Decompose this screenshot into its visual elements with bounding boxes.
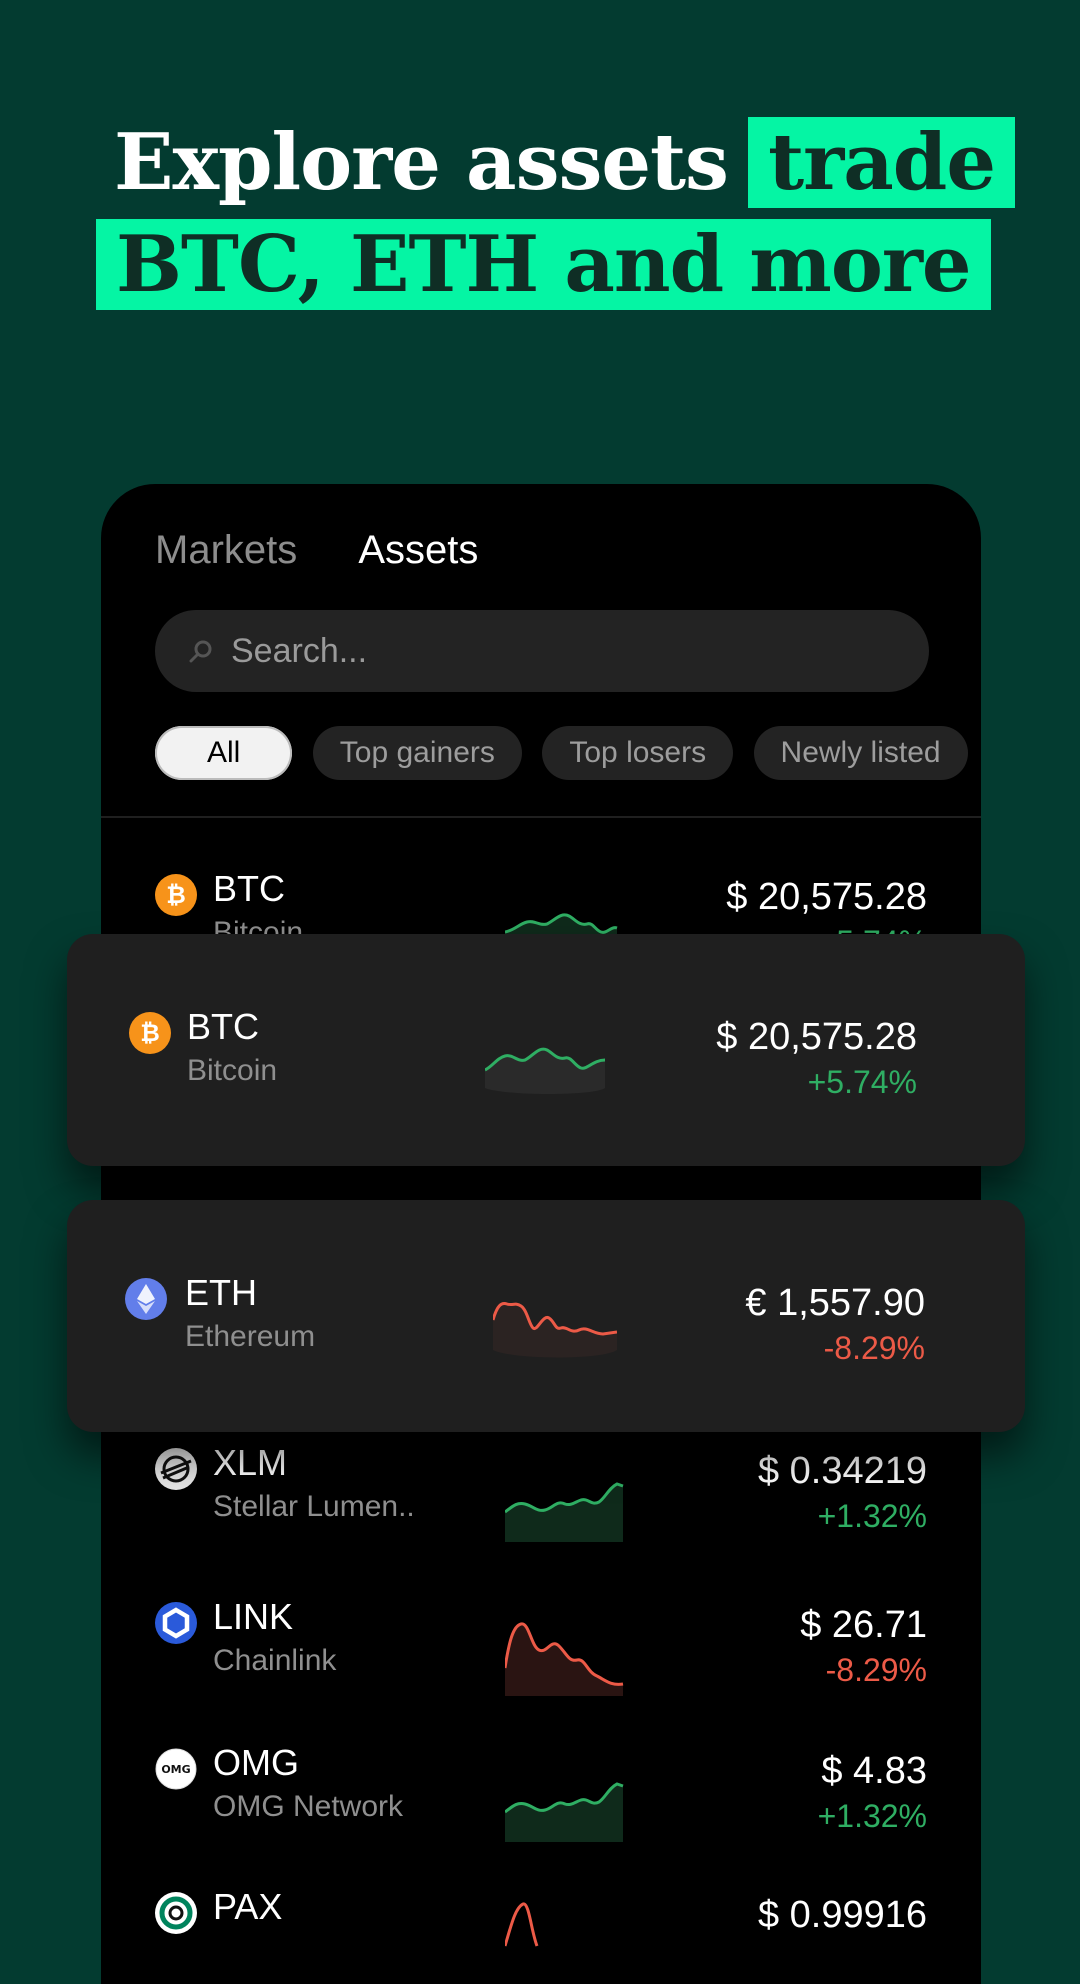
- headline-plain-text: Explore assets: [114, 117, 729, 208]
- asset-symbol: XLM: [213, 1442, 288, 1483]
- headline-highlight-trade: trade: [748, 117, 1015, 208]
- asset-name: Ethereum: [185, 1320, 316, 1353]
- asset-price: € 1,557.90: [745, 1282, 925, 1324]
- tab-markets[interactable]: Markets: [155, 528, 297, 573]
- asset-row-pax[interactable]: PAX $ 0.99916: [101, 1878, 981, 1984]
- sparkline-chart: [485, 1047, 605, 1094]
- filter-chip-top-losers[interactable]: Top losers: [542, 726, 734, 780]
- bitcoin-icon: ₿: [155, 874, 197, 916]
- svg-text:₿: ₿: [140, 1019, 160, 1047]
- search-input[interactable]: [229, 630, 929, 672]
- pax-icon: [155, 1892, 197, 1934]
- asset-price: $ 4.83: [821, 1750, 927, 1792]
- omg-logo-text: OMG: [161, 1763, 190, 1776]
- headline-line-1: Explore assets trade: [114, 112, 1015, 214]
- bitcoin-icon: ₿: [129, 1012, 171, 1054]
- asset-change: +1.32%: [817, 1798, 927, 1834]
- asset-row-omg[interactable]: OMG OMG OMG Network $ 4.83 +1.32%: [101, 1734, 981, 1874]
- asset-symbol: PAX: [213, 1886, 283, 1927]
- asset-change: +5.74%: [807, 1064, 917, 1100]
- asset-symbol: LINK: [213, 1596, 294, 1637]
- asset-row-xlm[interactable]: XLM Stellar Lumen.. $ 0.34219 +1.32%: [101, 1434, 981, 1574]
- svg-text:₿: ₿: [166, 881, 186, 909]
- filter-chip-newly-listed[interactable]: Newly listed: [753, 726, 968, 780]
- sparkline-chart: [505, 1782, 624, 1842]
- omg-icon: OMG: [155, 1748, 197, 1790]
- filter-chips: All Top gainers Top losers Newly listed: [155, 726, 981, 780]
- divider: [101, 816, 981, 818]
- asset-symbol: ETH: [185, 1272, 257, 1313]
- sparkline-chart: [505, 1622, 624, 1696]
- headline-line-2: BTC, ETH and more: [96, 214, 1014, 316]
- asset-symbol: OMG: [213, 1742, 299, 1783]
- asset-symbol: BTC: [213, 868, 285, 909]
- stellar-icon: [155, 1448, 197, 1490]
- asset-name: OMG Network: [213, 1790, 404, 1823]
- asset-symbol: BTC: [187, 1006, 259, 1047]
- asset-card-btc[interactable]: ₿ BTC Bitcoin $ 20,575.28 +5.74%: [67, 934, 1025, 1166]
- search-icon: [189, 640, 212, 663]
- filter-chip-top-gainers[interactable]: Top gainers: [312, 726, 522, 780]
- filter-chip-all[interactable]: All: [155, 726, 293, 780]
- headline-highlight-assets: BTC, ETH and more: [96, 219, 991, 310]
- asset-tabs: Markets Assets: [155, 528, 528, 573]
- asset-change: -8.29%: [823, 1330, 925, 1366]
- chainlink-icon: [155, 1602, 197, 1644]
- search-bar[interactable]: [155, 610, 929, 692]
- asset-card-eth[interactable]: ETH Ethereum € 1,557.90 -8.29%: [67, 1200, 1025, 1432]
- asset-change: -8.29%: [825, 1652, 927, 1688]
- asset-price: $ 20,575.28: [716, 1016, 917, 1058]
- asset-row-link[interactable]: LINK Chainlink $ 26.71 -8.29%: [101, 1588, 981, 1728]
- asset-name: Chainlink: [213, 1644, 337, 1677]
- sparkline-chart: [505, 1902, 539, 1947]
- asset-price: $ 0.99916: [757, 1894, 927, 1936]
- headline: Explore assets trade BTC, ETH and more: [96, 112, 1015, 316]
- asset-price: $ 26.71: [800, 1604, 927, 1646]
- asset-name: Bitcoin: [187, 1054, 278, 1087]
- asset-price: $ 0.34219: [757, 1450, 927, 1492]
- asset-price: $ 20,575.28: [726, 876, 927, 918]
- asset-name: Stellar Lumen..: [213, 1490, 415, 1523]
- sparkline-chart: [493, 1302, 617, 1358]
- sparkline-chart: [505, 1482, 624, 1542]
- ethereum-icon: [125, 1278, 167, 1320]
- asset-change: +1.32%: [817, 1498, 927, 1534]
- tab-assets[interactable]: Assets: [358, 528, 478, 573]
